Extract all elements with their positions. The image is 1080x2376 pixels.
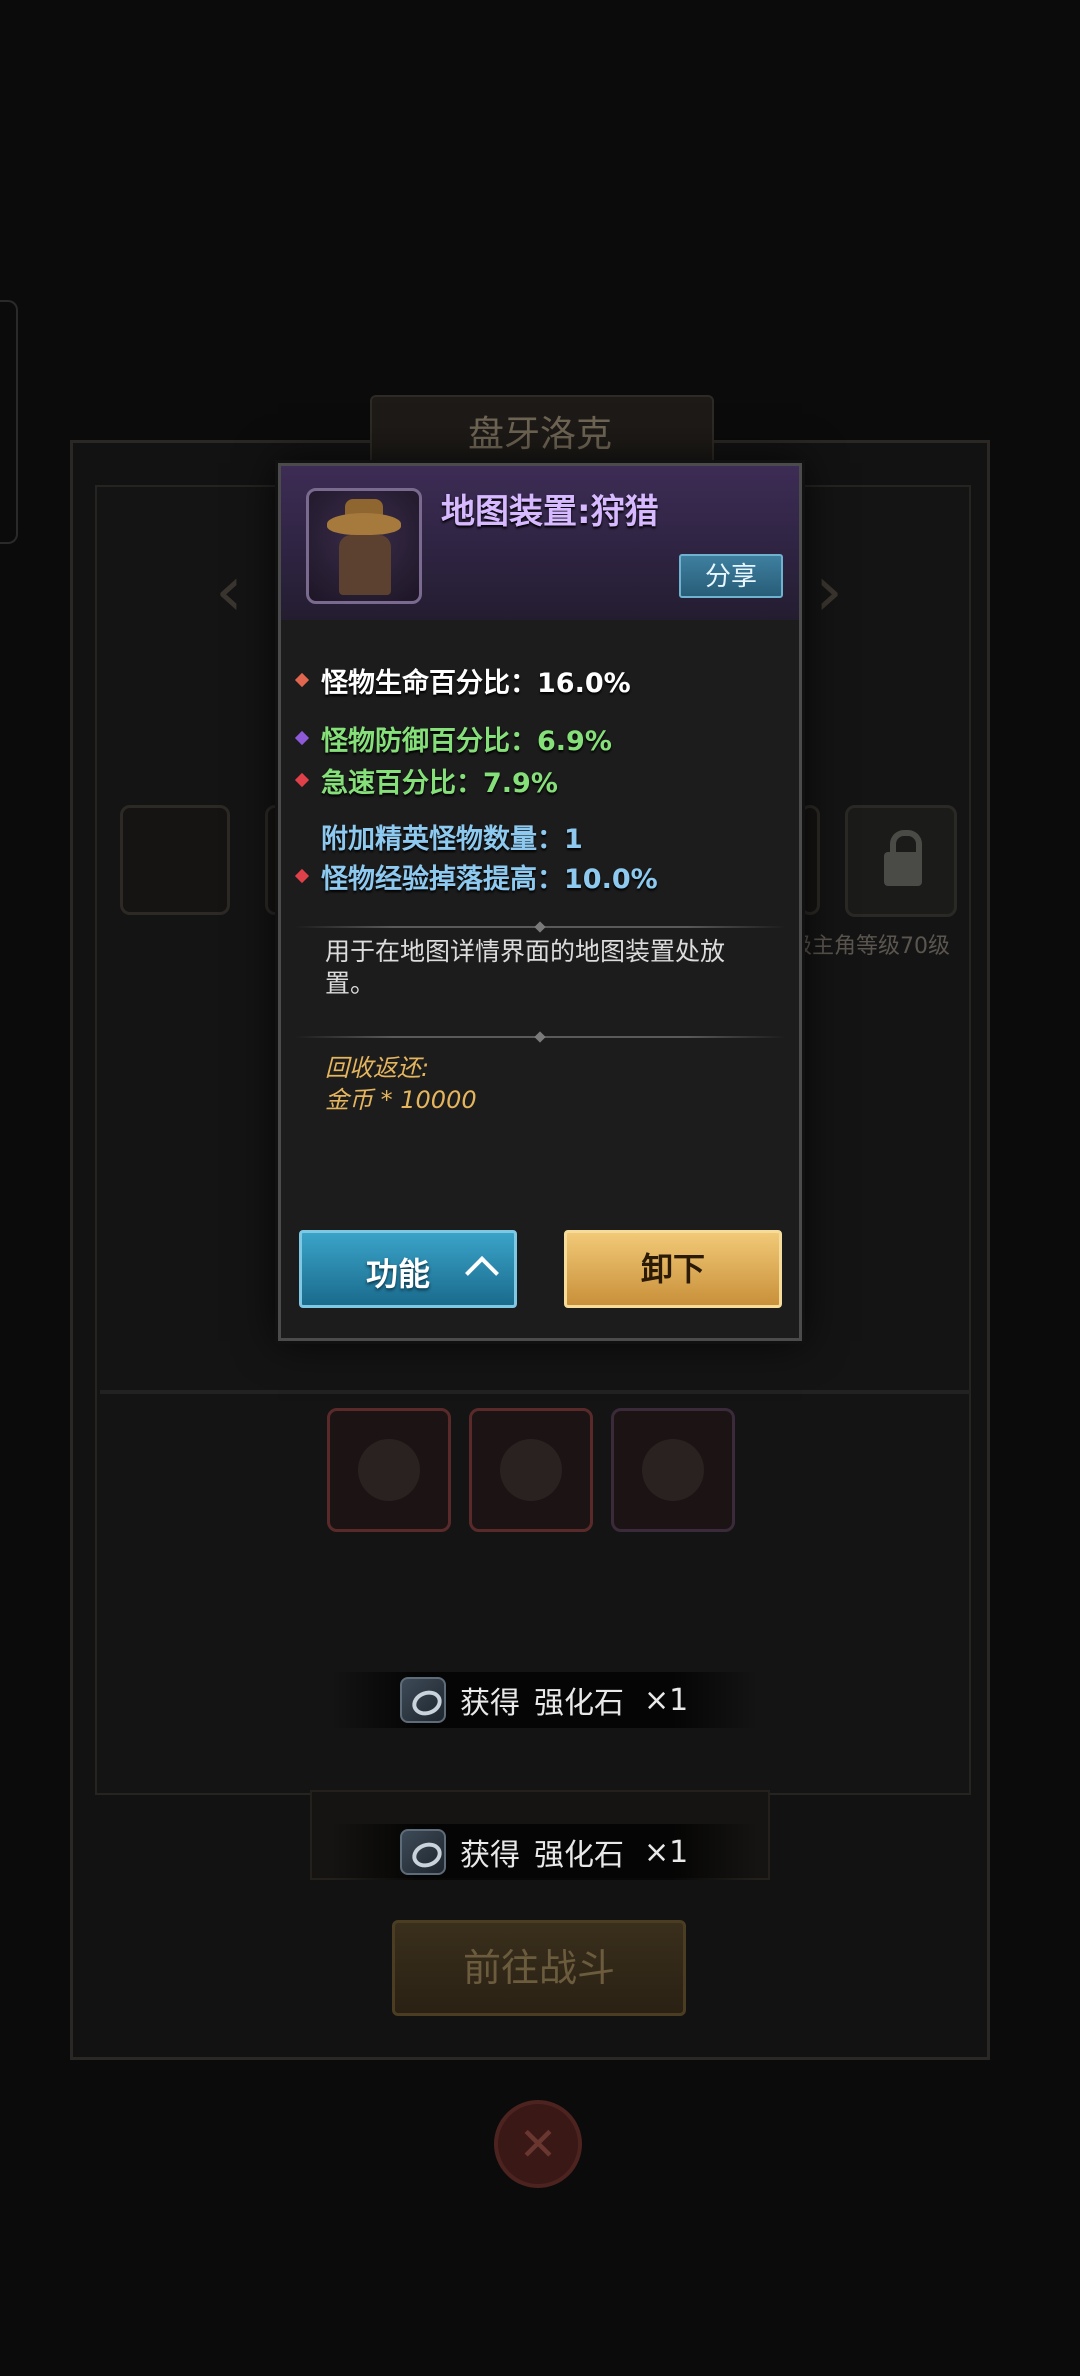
item-title: 地图装置:狩猎 — [441, 492, 659, 532]
chevron-up-icon — [465, 1256, 499, 1290]
monster-slot[interactable] — [611, 1408, 735, 1532]
reward-toast: 获得 强化石 ×1 — [330, 1672, 759, 1728]
toast-prefix: 获得 — [460, 1838, 520, 1873]
monster-portrait — [642, 1439, 704, 1501]
stat-bullet-icon — [294, 772, 310, 788]
recycle-info: 回收返还: 金币 * 10000 — [325, 1052, 477, 1116]
monster-slot[interactable] — [469, 1408, 593, 1532]
crossed-swords-icon[interactable]: ✕ — [494, 2100, 582, 2188]
stat-bullet-icon — [294, 868, 310, 884]
share-button[interactable]: 分享 — [679, 554, 783, 598]
unload-button[interactable]: 卸下 — [564, 1230, 782, 1308]
map-title: 盘牙洛克 — [467, 414, 612, 455]
prev-arrow-icon[interactable]: ‹ — [215, 550, 243, 632]
recycle-title: 回收返还: — [325, 1054, 430, 1082]
locked-slot-requirement: 级主角等级70级 — [790, 934, 950, 959]
function-button[interactable]: 功能 — [299, 1230, 517, 1308]
stat-bullet-icon — [294, 730, 310, 746]
toast-item: 强化石 — [534, 1686, 624, 1721]
stat-line: 附加精英怪物数量：1 — [321, 823, 583, 855]
toast-prefix: 获得 — [460, 1686, 520, 1721]
stat-line: 怪物生命百分比：16.0% — [293, 662, 631, 699]
stat-line: 怪物经验掉落提高：10.0% — [293, 858, 658, 895]
toast-qty: ×1 — [644, 1682, 689, 1718]
enhance-stone-icon — [400, 1677, 446, 1723]
toast-qty: ×1 — [644, 1834, 689, 1870]
item-detail-modal: 地图装置:狩猎 分享 怪物生命百分比：16.0% 怪物防御百分比：6.9% 急速… — [278, 463, 802, 1341]
go-to-battle-button[interactable]: 前往战斗 — [392, 1920, 686, 2016]
device-slot[interactable] — [120, 805, 230, 915]
recycle-value: 金币 * 10000 — [325, 1086, 477, 1114]
item-description: 用于在地图详情界面的地图装置处放置。 — [325, 937, 726, 998]
divider — [100, 1390, 970, 1394]
side-drawer-tab[interactable] — [0, 300, 18, 544]
toast-item: 强化石 — [534, 1838, 624, 1873]
device-slot[interactable] — [800, 805, 820, 915]
scarecrow-item-icon — [306, 488, 422, 604]
reward-toast: 获得 强化石 ×1 — [330, 1824, 759, 1880]
section-divider — [295, 1031, 785, 1043]
monster-portrait — [358, 1439, 420, 1501]
enhance-stone-icon — [400, 1829, 446, 1875]
stat-line: 怪物防御百分比：6.9% — [293, 720, 612, 757]
monster-portrait — [500, 1439, 562, 1501]
locked-slot[interactable] — [845, 805, 957, 917]
section-divider — [295, 921, 785, 933]
stat-bullet-icon — [294, 672, 310, 688]
monster-slot[interactable] — [327, 1408, 451, 1532]
stat-line: 急速百分比：7.9% — [293, 762, 558, 799]
next-arrow-icon[interactable]: › — [815, 550, 843, 632]
